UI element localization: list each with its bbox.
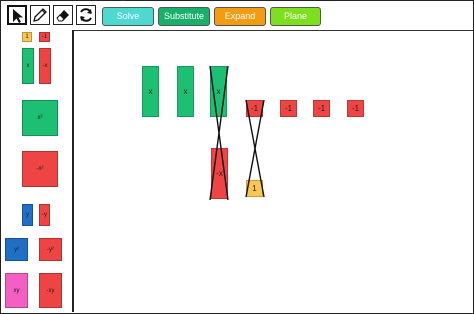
refresh-tool[interactable] bbox=[76, 5, 96, 25]
palette-x-squared-tile[interactable]: x² bbox=[22, 100, 58, 136]
palette-neg-y-squared-tile[interactable]: -y² bbox=[39, 238, 62, 261]
palette-neg-x-tile[interactable]: -x bbox=[39, 48, 51, 84]
palette-neg-y-tile[interactable]: -y bbox=[39, 204, 50, 226]
palette-neg-x-squared-tile[interactable]: -x² bbox=[22, 151, 58, 187]
palette-y-squared-tile[interactable]: y² bbox=[5, 238, 28, 261]
workspace-neg-one-tile[interactable]: -1 bbox=[313, 100, 330, 117]
expand-button[interactable]: Expand bbox=[214, 7, 266, 26]
pointer-tool[interactable] bbox=[7, 5, 27, 25]
workspace-neg-one-tile[interactable]: -1 bbox=[246, 100, 263, 117]
eraser-icon bbox=[56, 10, 69, 22]
workspace-neg-x-tile[interactable]: -x bbox=[211, 148, 228, 199]
workspace-one-tile[interactable]: 1 bbox=[246, 180, 263, 197]
substitute-button[interactable]: Substitute bbox=[158, 7, 210, 26]
palette-neg-xy-tile[interactable]: -xy bbox=[39, 273, 62, 308]
workspace-neg-one-tile[interactable]: -1 bbox=[280, 100, 297, 117]
pencil-tool[interactable] bbox=[30, 5, 50, 25]
palette-xy-tile[interactable]: xy bbox=[5, 273, 28, 308]
workspace-x-tile[interactable]: x bbox=[142, 66, 159, 117]
workspace-x-tile[interactable]: x bbox=[177, 66, 194, 117]
eraser-tool[interactable] bbox=[53, 5, 73, 25]
pencil-icon bbox=[33, 8, 47, 22]
workspace-neg-one-tile[interactable]: -1 bbox=[347, 100, 364, 117]
workspace-x-tile[interactable]: x bbox=[210, 66, 227, 117]
tile-palette: 1 -1 x -x x² -x² y -y y² -y² xy -xy bbox=[1, 30, 74, 312]
plane-button[interactable]: Plane bbox=[270, 7, 321, 26]
palette-one-tile[interactable]: 1 bbox=[22, 32, 32, 42]
palette-neg-one-tile[interactable]: -1 bbox=[39, 32, 50, 42]
toolbar: Solve Substitute Expand Plane bbox=[1, 1, 473, 31]
palette-x-tile[interactable]: x bbox=[22, 48, 34, 84]
pointer-icon bbox=[13, 9, 23, 23]
workspace-canvas[interactable]: x x x -1 -1 -1 -1 -x 1 bbox=[74, 30, 472, 312]
solve-button[interactable]: Solve bbox=[102, 7, 154, 26]
refresh-icon bbox=[80, 8, 92, 22]
palette-y-tile[interactable]: y bbox=[22, 204, 33, 226]
